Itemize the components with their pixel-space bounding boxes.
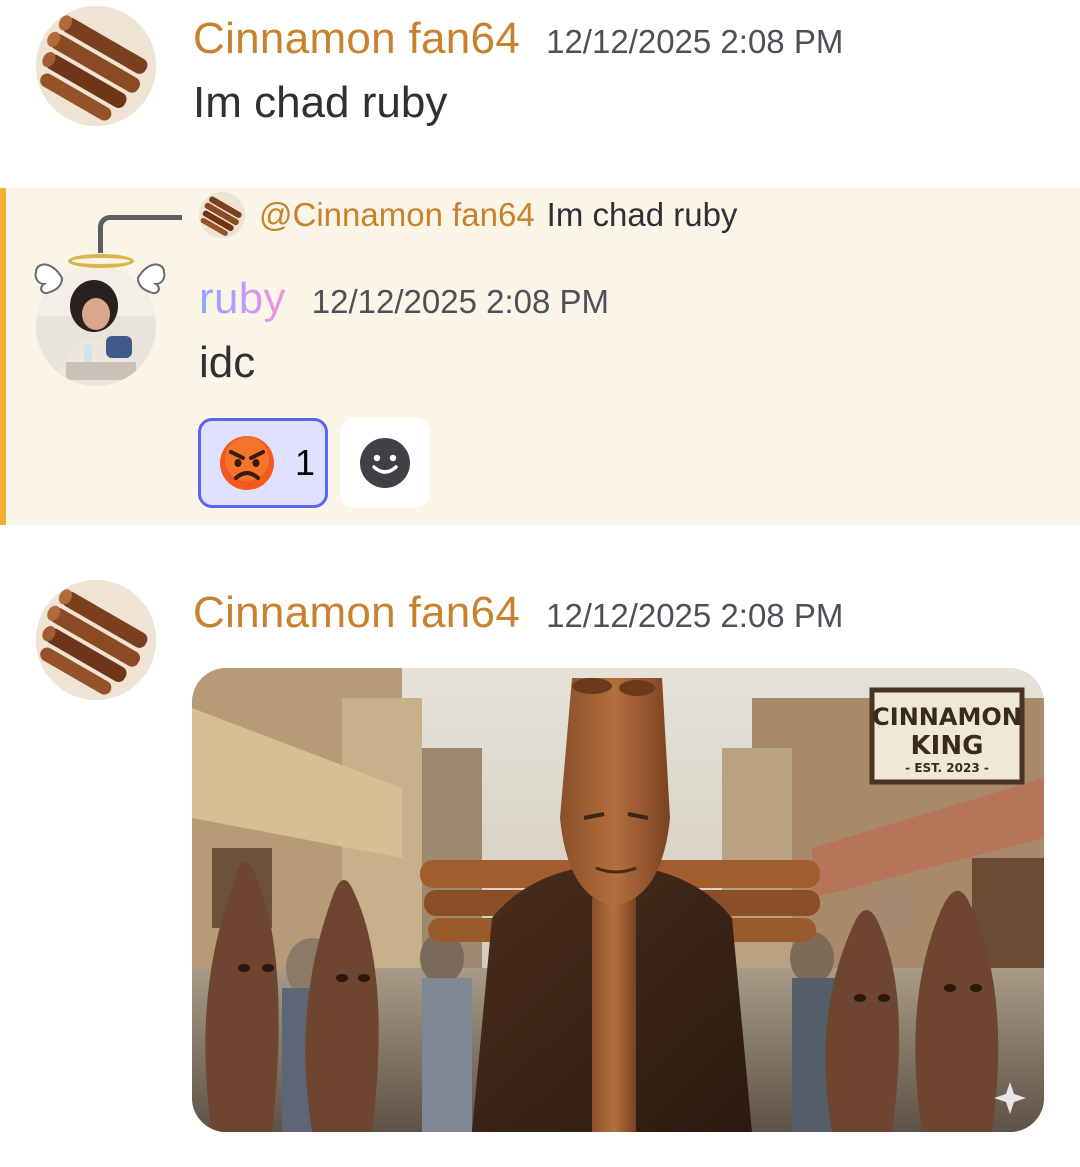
message-1: Cinnamon fan64 12/12/2025 2:08 PM Im cha…	[0, 0, 1080, 150]
reactions-bar: 1	[198, 418, 430, 508]
avatar[interactable]	[36, 6, 156, 126]
username[interactable]: Cinnamon fan64	[193, 588, 520, 638]
reply-content: Im chad ruby	[546, 196, 738, 233]
wing-right-icon	[136, 263, 166, 294]
message-header: Cinnamon fan64 12/12/2025 2:08 PM	[193, 14, 843, 64]
username[interactable]: ruby	[199, 274, 286, 324]
sign-line-1: CINNAMON	[872, 703, 1022, 731]
add-reaction-button[interactable]	[340, 418, 430, 508]
reply-avatar	[199, 192, 245, 238]
reply-author[interactable]: @Cinnamon fan64	[259, 196, 535, 234]
reaction-count: 1	[295, 442, 316, 483]
reaction-angry[interactable]: 1	[198, 418, 328, 508]
message-header: ruby 12/12/2025 2:08 PM	[199, 274, 609, 324]
timestamp: 12/12/2025 2:08 PM	[546, 597, 844, 634]
timestamp: 12/12/2025 2:08 PM	[546, 23, 844, 60]
message-2: @Cinnamon fan64 Im chad ruby ruby 12/12/…	[0, 188, 1080, 525]
halo-decoration	[68, 254, 134, 268]
cinnamon-sticks-avatar-icon	[36, 6, 156, 126]
username[interactable]: Cinnamon fan64	[193, 14, 520, 64]
message-content: idc	[199, 338, 256, 387]
timestamp: 12/12/2025 2:08 PM	[311, 283, 610, 320]
message-header: Cinnamon fan64 12/12/2025 2:08 PM	[193, 588, 843, 638]
cinnamon-sticks-avatar-icon	[36, 580, 156, 700]
reply-spine	[98, 215, 182, 253]
avatar[interactable]	[36, 580, 156, 700]
message-content: Im chad ruby	[193, 78, 448, 127]
angry-face-emoji-icon	[220, 436, 274, 490]
cinnamon-sticks-avatar-icon	[199, 192, 245, 238]
image-attachment[interactable]: CINNAMON KING - EST. 2023 -	[192, 668, 1044, 1132]
smiley-add-reaction-icon	[360, 438, 410, 488]
message-3: Cinnamon fan64 12/12/2025 2:08 PM CINNAM…	[0, 560, 1080, 1167]
reply-preview[interactable]: @Cinnamon fan64 Im chad ruby	[199, 192, 737, 238]
sign-line-2: KING	[911, 731, 984, 761]
sign-line-3: - EST. 2023 -	[905, 761, 989, 775]
wing-left-icon	[34, 263, 64, 294]
attachment-image: CINNAMON KING - EST. 2023 -	[192, 668, 1044, 1132]
